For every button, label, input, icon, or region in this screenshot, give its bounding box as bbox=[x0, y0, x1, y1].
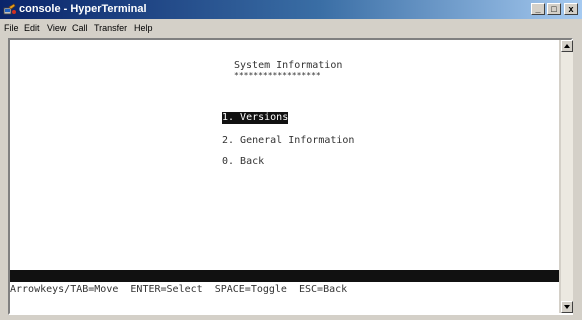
close-icon: x bbox=[568, 4, 574, 14]
menu-edit[interactable]: Edit bbox=[24, 22, 40, 34]
heading-underline: ****************** bbox=[234, 71, 321, 80]
window-title: console - HyperTerminal bbox=[19, 3, 147, 15]
option-back[interactable]: 0. Back bbox=[222, 156, 264, 168]
menu-bar: File Edit View Call Transfer Help bbox=[0, 19, 582, 37]
option-versions[interactable]: 1. Versions bbox=[222, 112, 289, 124]
scroll-down-button[interactable] bbox=[561, 301, 573, 313]
title-bar[interactable]: console - HyperTerminal _ □ x bbox=[0, 0, 582, 19]
key-help-line: Arrowkeys/TAB=Move ENTER=Select SPACE=To… bbox=[10, 284, 348, 295]
maximize-button[interactable]: □ bbox=[547, 3, 561, 15]
option-general-information[interactable]: 2. General Information bbox=[222, 135, 354, 147]
hyperterminal-window: console - HyperTerminal _ □ x File Edit … bbox=[0, 0, 582, 320]
hyperterminal-icon bbox=[3, 3, 16, 15]
status-bar-separator bbox=[10, 270, 559, 282]
menu-transfer[interactable]: Transfer bbox=[94, 22, 127, 34]
minimize-icon: _ bbox=[535, 4, 541, 14]
vertical-scrollbar[interactable] bbox=[561, 40, 573, 313]
menu-call[interactable]: Call bbox=[72, 22, 88, 34]
scroll-up-button[interactable] bbox=[561, 40, 573, 52]
terminal-frame: System Information ****************** 1.… bbox=[8, 38, 573, 315]
close-button[interactable]: x bbox=[564, 3, 578, 15]
down-arrow-icon bbox=[564, 305, 570, 309]
up-arrow-icon bbox=[564, 44, 570, 48]
menu-view[interactable]: View bbox=[47, 22, 66, 34]
terminal-screen[interactable]: System Information ****************** 1.… bbox=[10, 40, 559, 313]
menu-help[interactable]: Help bbox=[134, 22, 153, 34]
maximize-icon: □ bbox=[551, 4, 557, 14]
menu-file[interactable]: File bbox=[4, 22, 19, 34]
minimize-button[interactable]: _ bbox=[531, 3, 545, 15]
